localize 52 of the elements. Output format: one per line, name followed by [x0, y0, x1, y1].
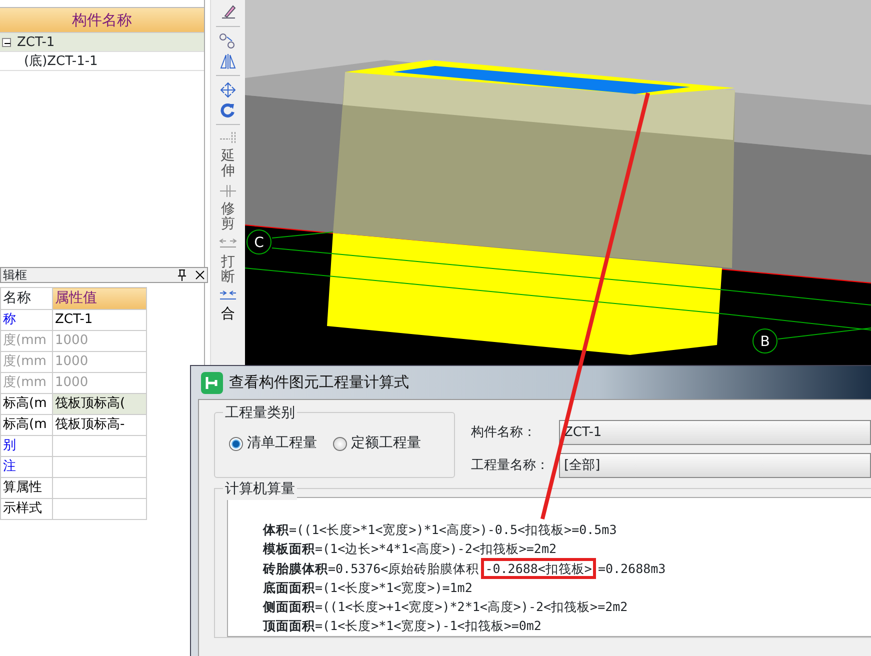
move-icon[interactable]	[220, 82, 236, 98]
column-header: 属性值	[52, 288, 146, 310]
extend-icon[interactable]	[218, 131, 237, 145]
property-name: 度(mm	[0, 352, 52, 372]
column-header: 名称	[0, 288, 52, 310]
tree-item[interactable]: (底)ZCT-1-1	[0, 52, 204, 71]
column-header: 构件名称	[0, 8, 204, 33]
tree-item[interactable]: ZCT-1	[0, 33, 204, 52]
property-value[interactable]: 筏板顶标高(	[52, 394, 146, 414]
pin-icon[interactable]	[177, 269, 187, 281]
property-value[interactable]: ZCT-1	[52, 310, 146, 330]
property-name: 算属性	[0, 478, 52, 498]
tool-label[interactable]: 打断	[220, 254, 235, 286]
rotate-icon[interactable]	[220, 102, 236, 118]
app-logo-icon	[201, 372, 223, 394]
component-name-field[interactable]: ZCT-1	[559, 420, 871, 445]
formula-text: 顶面面积=(1<长度>*1<宽度>)-1<扣筏板>=0m2	[263, 618, 542, 634]
formula-text: 体积=((1<长度>*1<宽度>)*1<高度>)-0.5<扣筏板>=0.5m3	[263, 522, 617, 537]
formula-text: =0.2688m3	[598, 560, 666, 576]
collapse-icon[interactable]	[2, 38, 11, 46]
property-name: 度(mm	[0, 330, 52, 352]
quantity-name-dropdown[interactable]: [全部]	[559, 453, 871, 478]
highlight-box: -0.2688<扣筏板>	[481, 558, 596, 579]
property-name: 称	[0, 310, 52, 330]
axis-marker: B	[752, 328, 778, 354]
tool-label[interactable]: 延伸	[220, 149, 235, 180]
formula-text: 底面面积=(1<长度>*1<宽度>)=1m2	[263, 580, 472, 595]
trim-icon[interactable]	[218, 184, 237, 198]
property-value[interactable]: 筏板顶标高-	[52, 414, 146, 436]
pile-cap-drawing[interactable]	[327, 60, 735, 355]
tool-label[interactable]: 修剪	[220, 202, 235, 233]
copy-icon[interactable]	[218, 33, 237, 49]
dialog-title: 查看构件图元工程量计算式	[229, 372, 409, 394]
panel-title: 辑框	[3, 267, 27, 284]
property-name: 别	[0, 436, 52, 456]
formula-text: 模板面积=(1<边长>*4*1<高度>)-2<扣筏板>=2m2	[263, 541, 557, 556]
close-icon[interactable]	[195, 270, 205, 280]
radio-option[interactable]: 定额工程量	[333, 433, 421, 454]
tool-label[interactable]: 合	[220, 307, 235, 323]
property-name: 标高(m	[0, 414, 52, 436]
property-name: 度(mm	[0, 372, 52, 394]
field-label: 构件名称：	[471, 424, 537, 442]
mirror-icon[interactable]	[218, 53, 237, 69]
property-name: 标高(m	[0, 394, 52, 414]
group-label: 计算机算量	[223, 479, 297, 500]
formula-text: 砖胎膜体积=0.5376<原始砖胎膜体积	[263, 560, 480, 576]
radio-option[interactable]: 清单工程量	[229, 433, 317, 454]
property-name: 注	[0, 456, 52, 478]
axis-marker: C	[246, 230, 272, 254]
field-label: 工程量名称：	[471, 456, 550, 475]
property-name: 示样式	[0, 498, 52, 520]
formula-text: 侧面面积=((1<长度>+1<宽度>)*2*1<高度>)-2<扣筏板>=2m2	[263, 599, 628, 614]
